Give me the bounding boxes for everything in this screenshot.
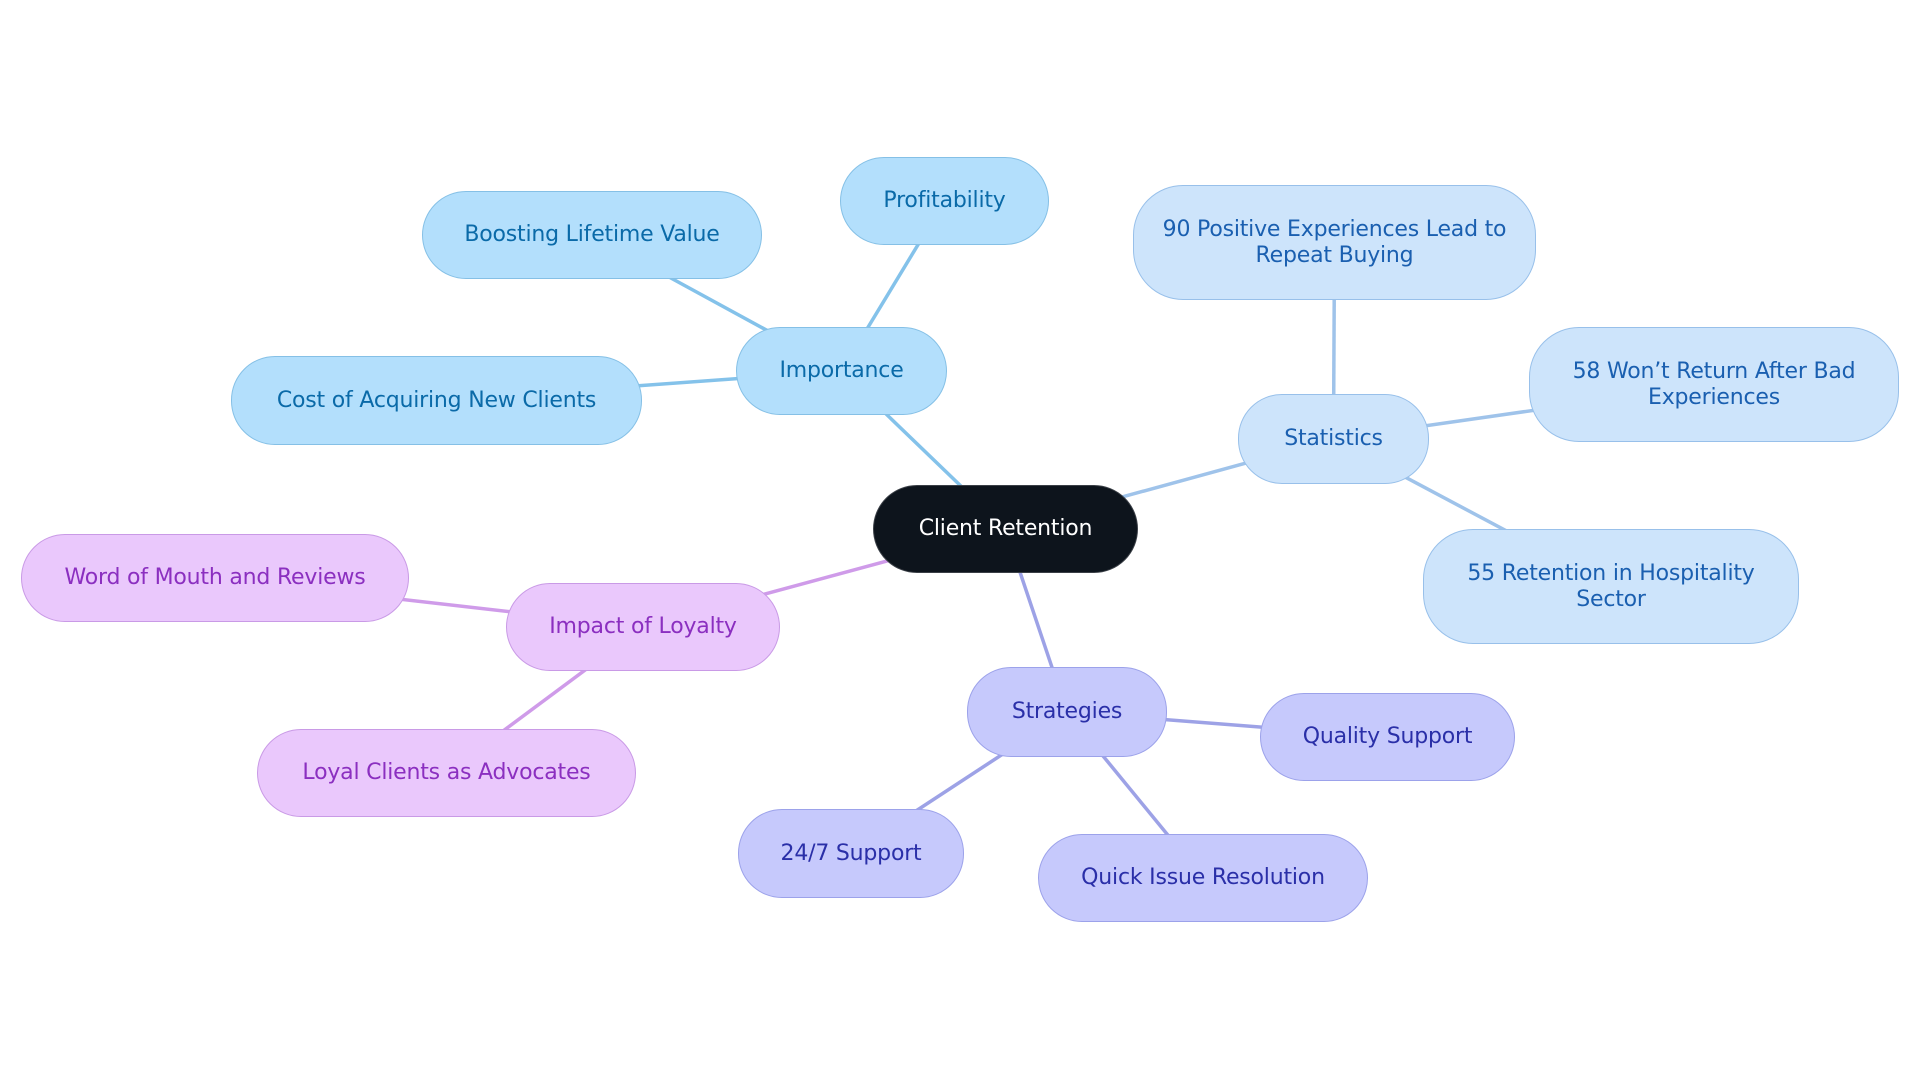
node-label: Boosting Lifetime Value	[464, 222, 720, 247]
leaf-node-cost-of-acquiring[interactable]: Cost of Acquiring New Clients	[231, 356, 642, 445]
branch-node-strategies[interactable]: Strategies	[967, 667, 1167, 757]
node-label: Importance	[779, 358, 904, 383]
leaf-node-quality-support[interactable]: Quality Support	[1260, 693, 1515, 781]
leaf-node-word-of-mouth[interactable]: Word of Mouth and Reviews	[21, 534, 409, 622]
node-label: 24/7 Support	[780, 840, 922, 866]
leaf-node-quick-issue-resolution[interactable]: Quick Issue Resolution	[1038, 834, 1368, 922]
node-label: 58 Won’t Return After Bad Experiences	[1572, 358, 1856, 410]
node-label: Quick Issue Resolution	[1081, 865, 1325, 890]
leaf-node-stat-55[interactable]: 55 Retention in Hospitality Sector	[1423, 529, 1799, 644]
leaf-node-24-7-support[interactable]: 24/7 Support	[738, 809, 964, 898]
node-label: Statistics	[1284, 426, 1383, 451]
leaf-node-stat-58[interactable]: 58 Won’t Return After Bad Experiences	[1529, 327, 1899, 442]
node-label: Word of Mouth and Reviews	[64, 565, 366, 590]
node-label: Impact of Loyalty	[549, 614, 737, 639]
branch-node-importance[interactable]: Importance	[736, 327, 947, 415]
node-label: Quality Support	[1302, 724, 1473, 749]
node-label: Client Retention	[918, 516, 1093, 541]
node-label: 55 Retention in Hospitality Sector	[1467, 560, 1755, 612]
node-label: 90 Positive Experiences Lead to Repeat B…	[1162, 216, 1507, 268]
leaf-node-loyal-clients-advocates[interactable]: Loyal Clients as Advocates	[257, 729, 636, 817]
branch-node-statistics[interactable]: Statistics	[1238, 394, 1429, 484]
branch-node-impact-of-loyalty[interactable]: Impact of Loyalty	[506, 583, 780, 671]
node-label: Loyal Clients as Advocates	[302, 760, 591, 785]
node-label: Profitability	[883, 188, 1006, 213]
node-label: Strategies	[1011, 699, 1123, 724]
root-node-client-retention[interactable]: Client Retention	[873, 485, 1138, 573]
leaf-node-stat-90[interactable]: 90 Positive Experiences Lead to Repeat B…	[1133, 185, 1536, 300]
leaf-node-boosting-lifetime-value[interactable]: Boosting Lifetime Value	[422, 191, 762, 279]
node-label: Cost of Acquiring New Clients	[276, 387, 597, 413]
leaf-node-profitability[interactable]: Profitability	[840, 157, 1049, 245]
